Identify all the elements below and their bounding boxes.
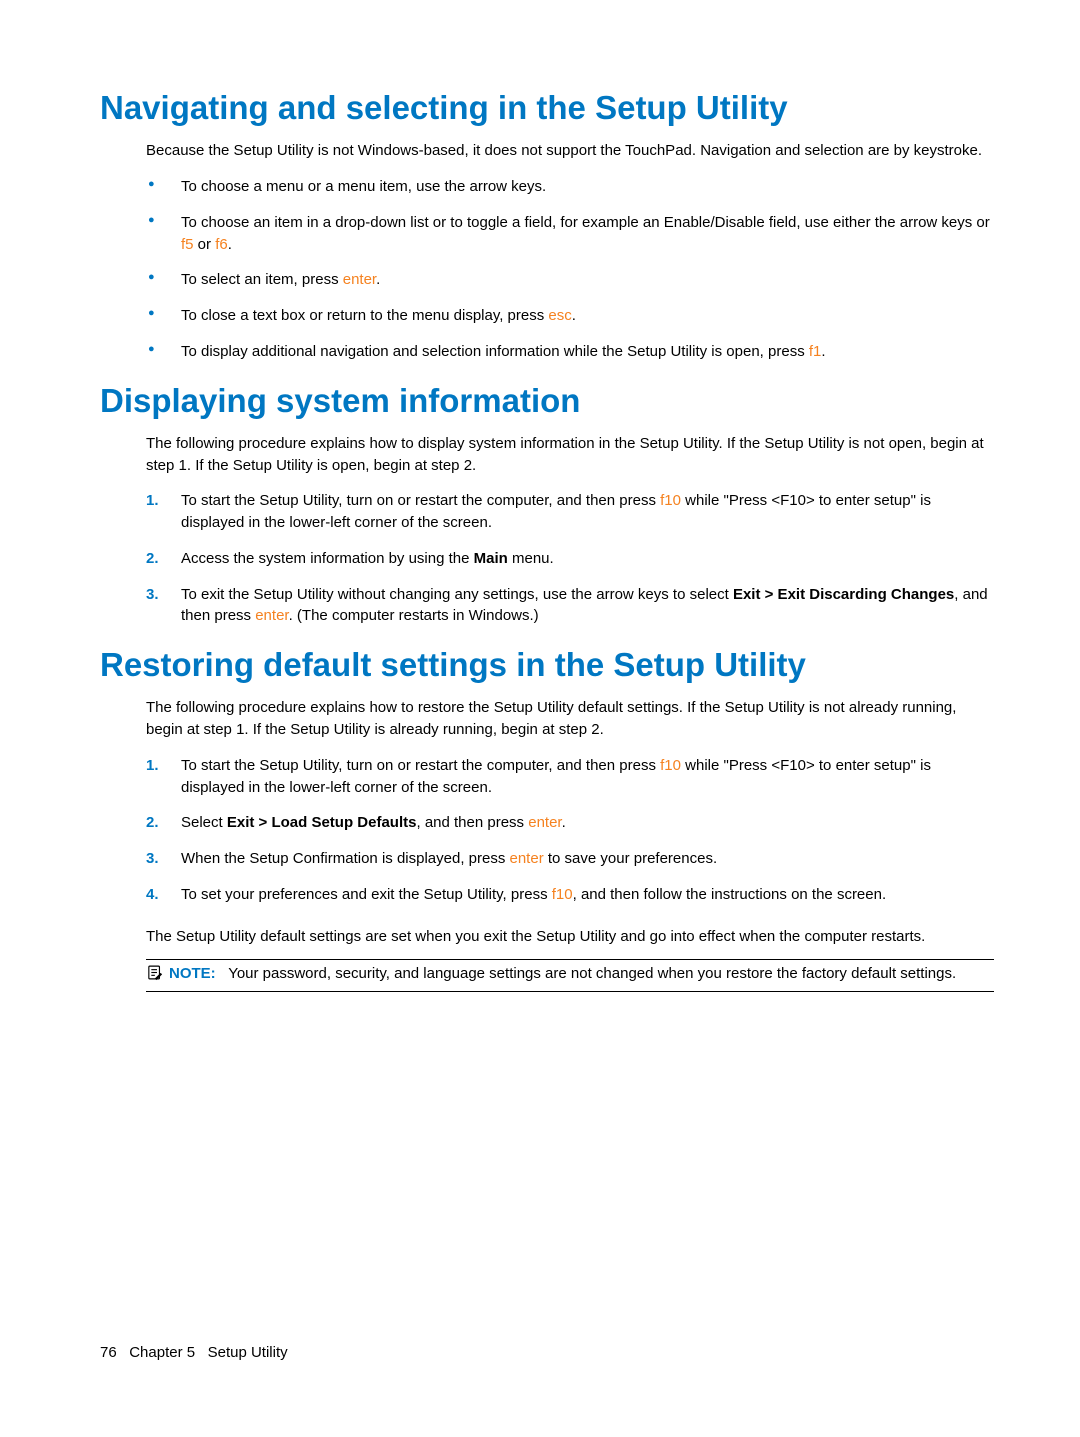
page-footer: 76 Chapter 5 Setup Utility — [100, 1344, 288, 1361]
key-f10: f10 — [660, 757, 681, 774]
key-enter: enter — [255, 607, 288, 624]
text: or — [194, 236, 216, 253]
page: Navigating and selecting in the Setup Ut… — [0, 0, 1080, 1437]
text: . — [572, 307, 576, 324]
note-body: Your password, security, and language se… — [228, 965, 956, 982]
key-f1: f1 — [809, 343, 822, 360]
key-enter: enter — [343, 271, 376, 288]
bullet-item: To choose a menu or a menu item, use the… — [146, 176, 994, 198]
key-f6: f6 — [215, 236, 228, 253]
intro-displaying: The following procedure explains how to … — [146, 433, 994, 477]
text: Select — [181, 814, 227, 831]
text: . — [821, 343, 825, 360]
text: to save your preferences. — [544, 850, 717, 867]
text: To select an item, press — [181, 271, 343, 288]
bullet-list-navigating: To choose a menu or a menu item, use the… — [146, 176, 994, 363]
bullet-item: To display additional navigation and sel… — [146, 341, 994, 363]
text: . — [376, 271, 380, 288]
note-box: NOTE: Your password, security, and langu… — [146, 959, 994, 992]
text: . (The computer restarts in Windows.) — [289, 607, 539, 624]
note-icon — [146, 964, 163, 988]
text: Access the system information by using t… — [181, 550, 474, 567]
text: To choose an item in a drop-down list or… — [181, 214, 990, 231]
bullet-item: To close a text box or return to the men… — [146, 305, 994, 327]
step-item: When the Setup Confirmation is displayed… — [146, 848, 994, 870]
text: To exit the Setup Utility without changi… — [181, 586, 733, 603]
bold-load-defaults: Exit > Load Setup Defaults — [227, 814, 417, 831]
step-item: To start the Setup Utility, turn on or r… — [146, 490, 994, 534]
step-item: To exit the Setup Utility without changi… — [146, 584, 994, 628]
text: To set your preferences and exit the Set… — [181, 886, 552, 903]
text: To display additional navigation and sel… — [181, 343, 809, 360]
heading-navigating: Navigating and selecting in the Setup Ut… — [100, 90, 994, 126]
note-label: NOTE: — [169, 965, 216, 982]
key-f10: f10 — [660, 492, 681, 509]
text: , and then press — [416, 814, 528, 831]
numbered-list-displaying: To start the Setup Utility, turn on or r… — [146, 490, 994, 627]
step-item: Access the system information by using t… — [146, 548, 994, 570]
key-enter: enter — [510, 850, 544, 867]
page-number: 76 — [100, 1344, 117, 1361]
chapter-title: Setup Utility — [208, 1344, 288, 1361]
intro-restoring: The following procedure explains how to … — [146, 697, 994, 741]
text: , and then follow the instructions on th… — [573, 886, 887, 903]
note-text: NOTE: Your password, security, and langu… — [169, 963, 994, 985]
text: menu. — [508, 550, 554, 567]
key-f5: f5 — [181, 236, 194, 253]
text: To start the Setup Utility, turn on or r… — [181, 492, 660, 509]
chapter-label: Chapter 5 — [129, 1344, 195, 1361]
step-item: To set your preferences and exit the Set… — [146, 884, 994, 906]
text: When the Setup Confirmation is displayed… — [181, 850, 510, 867]
heading-restoring: Restoring default settings in the Setup … — [100, 647, 994, 683]
bullet-item: To choose an item in a drop-down list or… — [146, 212, 994, 256]
step-item: To start the Setup Utility, turn on or r… — [146, 755, 994, 799]
numbered-list-restoring: To start the Setup Utility, turn on or r… — [146, 755, 994, 906]
bold-main: Main — [474, 550, 508, 567]
text: To start the Setup Utility, turn on or r… — [181, 757, 660, 774]
intro-navigating: Because the Setup Utility is not Windows… — [146, 140, 994, 162]
key-esc: esc — [548, 307, 571, 324]
bold-exit-discarding: Exit > Exit Discarding Changes — [733, 586, 954, 603]
text: . — [228, 236, 232, 253]
heading-displaying: Displaying system information — [100, 383, 994, 419]
text: . — [562, 814, 566, 831]
key-enter: enter — [528, 814, 561, 831]
text: To close a text box or return to the men… — [181, 307, 548, 324]
bullet-item: To select an item, press enter. — [146, 269, 994, 291]
key-f10: f10 — [552, 886, 573, 903]
after-list-restoring: The Setup Utility default settings are s… — [146, 926, 994, 948]
step-item: Select Exit > Load Setup Defaults, and t… — [146, 812, 994, 834]
